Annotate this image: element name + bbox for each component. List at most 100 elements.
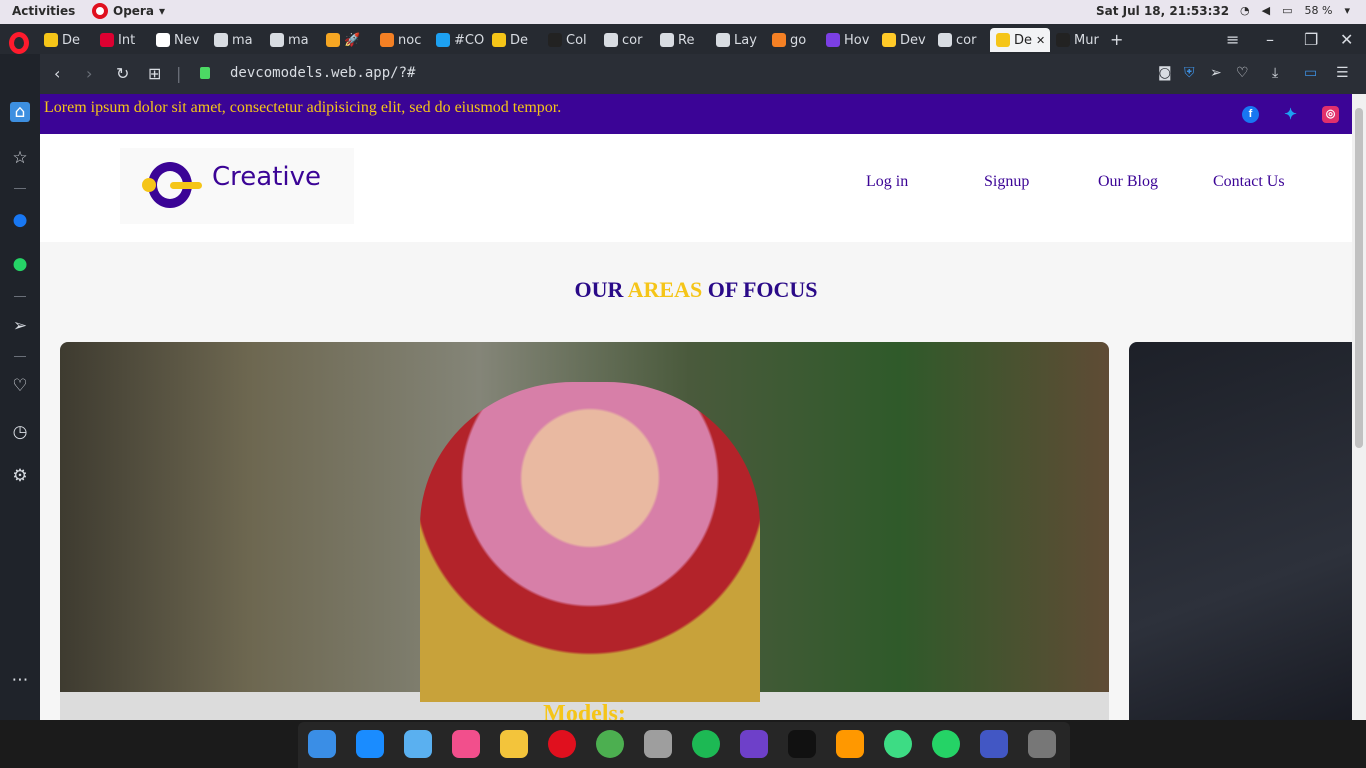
nav-blog-link[interactable]: Our Blog (1098, 173, 1158, 191)
tab-label: 🚀 (344, 32, 361, 48)
volume-icon: ◀ (1261, 4, 1271, 17)
browser-tab[interactable]: Dev (882, 28, 934, 52)
send-icon[interactable]: ➢ (1210, 65, 1222, 81)
browser-tab[interactable]: ma (270, 28, 322, 52)
history-icon[interactable]: ◷ (10, 422, 30, 442)
scroll-thumb[interactable] (1355, 108, 1363, 448)
system-prefs-icon[interactable] (644, 730, 672, 758)
cube-app-icon[interactable] (980, 730, 1008, 758)
sidebar-divider (14, 356, 26, 357)
nav-contact-link[interactable]: Contact Us (1213, 173, 1285, 191)
browser-tab[interactable]: Re (660, 28, 712, 52)
tab-label: De (62, 32, 81, 48)
emoji-icon (326, 33, 340, 47)
tab-label: De (1014, 32, 1033, 48)
reload-icon[interactable]: ↻ (116, 64, 129, 83)
system-tray[interactable]: ◔ ◀ ▭ 58 % ▾ (1240, 4, 1350, 17)
app-menu[interactable]: Opera ▾ (92, 3, 165, 19)
sidebar-divider (14, 188, 26, 189)
whatsapp-icon[interactable] (932, 730, 960, 758)
browser-tab[interactable]: cor (604, 28, 656, 52)
music-icon[interactable] (452, 730, 480, 758)
speed-dial-icon[interactable]: ⊞ (148, 64, 161, 83)
url-field[interactable]: devcomodels.web.app/?# (230, 65, 415, 81)
trash-icon[interactable] (1028, 730, 1056, 758)
browser-tab[interactable]: De (44, 28, 96, 52)
browser-tab[interactable]: cor (938, 28, 990, 52)
focus-card-next[interactable] (1129, 342, 1352, 720)
browser-tab[interactable]: #CO (436, 28, 488, 52)
android-studio-icon[interactable] (884, 730, 912, 758)
page-scrollbar[interactable] (1352, 94, 1366, 720)
model-figure (420, 382, 760, 702)
instagram-icon[interactable]: ◎ (1322, 106, 1339, 123)
tab-label: ma (232, 32, 253, 48)
browser-tab[interactable]: Col (548, 28, 600, 52)
browser-tab[interactable]: Hov (826, 28, 878, 52)
heart-icon[interactable]: ♡ (1236, 65, 1249, 81)
snapshot-icon[interactable]: ◙ (1158, 65, 1172, 81)
finder-icon[interactable] (308, 730, 336, 758)
devco-icon (44, 33, 58, 47)
heart-icon[interactable]: ♡ (10, 376, 30, 396)
spotify-icon[interactable] (692, 730, 720, 758)
battery-saver-icon[interactable]: ▭ (1304, 65, 1317, 81)
github-desktop-icon[interactable] (740, 730, 768, 758)
download-icon[interactable]: ⤓ (1272, 65, 1278, 81)
more-icon[interactable]: ⋯ (10, 670, 30, 690)
twitter-icon (436, 33, 450, 47)
terminal-icon[interactable] (788, 730, 816, 758)
browser-tab[interactable]: De (492, 28, 544, 52)
nav-signup-link[interactable]: Signup (984, 173, 1029, 191)
browser-tab[interactable]: Int (100, 28, 152, 52)
card-caption: Models: (543, 701, 626, 720)
easy-setup-icon[interactable]: ☰ (1336, 65, 1349, 81)
codepen-icon (1056, 33, 1070, 47)
tab-label: cor (956, 32, 977, 48)
gear-icon[interactable]: ⚙ (10, 466, 30, 486)
star-icon[interactable]: ☆ (10, 148, 30, 168)
browser-tab[interactable]: Lay (716, 28, 768, 52)
activities-button[interactable]: Activities (12, 4, 75, 18)
browser-tab[interactable]: 🚀 (326, 28, 378, 52)
messenger-icon[interactable]: ● (10, 210, 30, 230)
send-icon[interactable]: ➢ (10, 316, 30, 336)
new-tab-icon[interactable]: + (1110, 30, 1123, 49)
facebook-icon[interactable]: f (1242, 106, 1259, 123)
maximize-icon[interactable]: ❐ (1304, 30, 1318, 49)
focus-card-models[interactable]: Models: (60, 342, 1109, 720)
app-store-icon[interactable] (356, 730, 384, 758)
tab-menu-icon[interactable]: ≡ (1226, 30, 1239, 49)
forward-icon[interactable]: › (86, 64, 92, 83)
back-icon[interactable]: ‹ (54, 64, 60, 83)
whatsapp-icon[interactable]: ● (10, 254, 30, 274)
dock (298, 722, 1070, 768)
site-logo[interactable]: Creative (120, 148, 354, 224)
browser-tab[interactable]: ma (214, 28, 266, 52)
tab-label: go (790, 32, 807, 48)
close-tab-icon[interactable]: ✕ (1036, 34, 1045, 47)
home-icon[interactable]: ⌂ (10, 102, 30, 122)
minimize-icon[interactable]: – (1266, 30, 1274, 49)
opera-icon[interactable] (548, 730, 576, 758)
doc-icon (660, 33, 674, 47)
sublime-icon[interactable] (836, 730, 864, 758)
browser-tab[interactable]: Nev (156, 28, 208, 52)
section-title: OUR AREAS OF FOCUS (40, 277, 1352, 303)
browser-tab[interactable]: noc (380, 28, 432, 52)
lock-icon[interactable] (200, 67, 210, 79)
devco-icon (996, 33, 1010, 47)
browser-tab[interactable]: go (772, 28, 824, 52)
logo-dot (142, 178, 156, 192)
nav-login-link[interactable]: Log in (866, 173, 908, 191)
opera-menu-icon[interactable] (9, 32, 29, 54)
clock[interactable]: Sat Jul 18, 21:53:32 (1096, 4, 1229, 18)
close-window-icon[interactable]: ✕ (1340, 30, 1353, 49)
twitter-icon[interactable]: ✦ (1282, 106, 1299, 123)
browser-tab[interactable]: Mur (1056, 28, 1108, 52)
safari-icon[interactable] (404, 730, 432, 758)
adblock-shield-icon[interactable]: ⛨ (1184, 65, 1195, 81)
chrome-icon[interactable] (596, 730, 624, 758)
browser-tab[interactable]: De ✕ (990, 28, 1050, 52)
photos-icon[interactable] (500, 730, 528, 758)
